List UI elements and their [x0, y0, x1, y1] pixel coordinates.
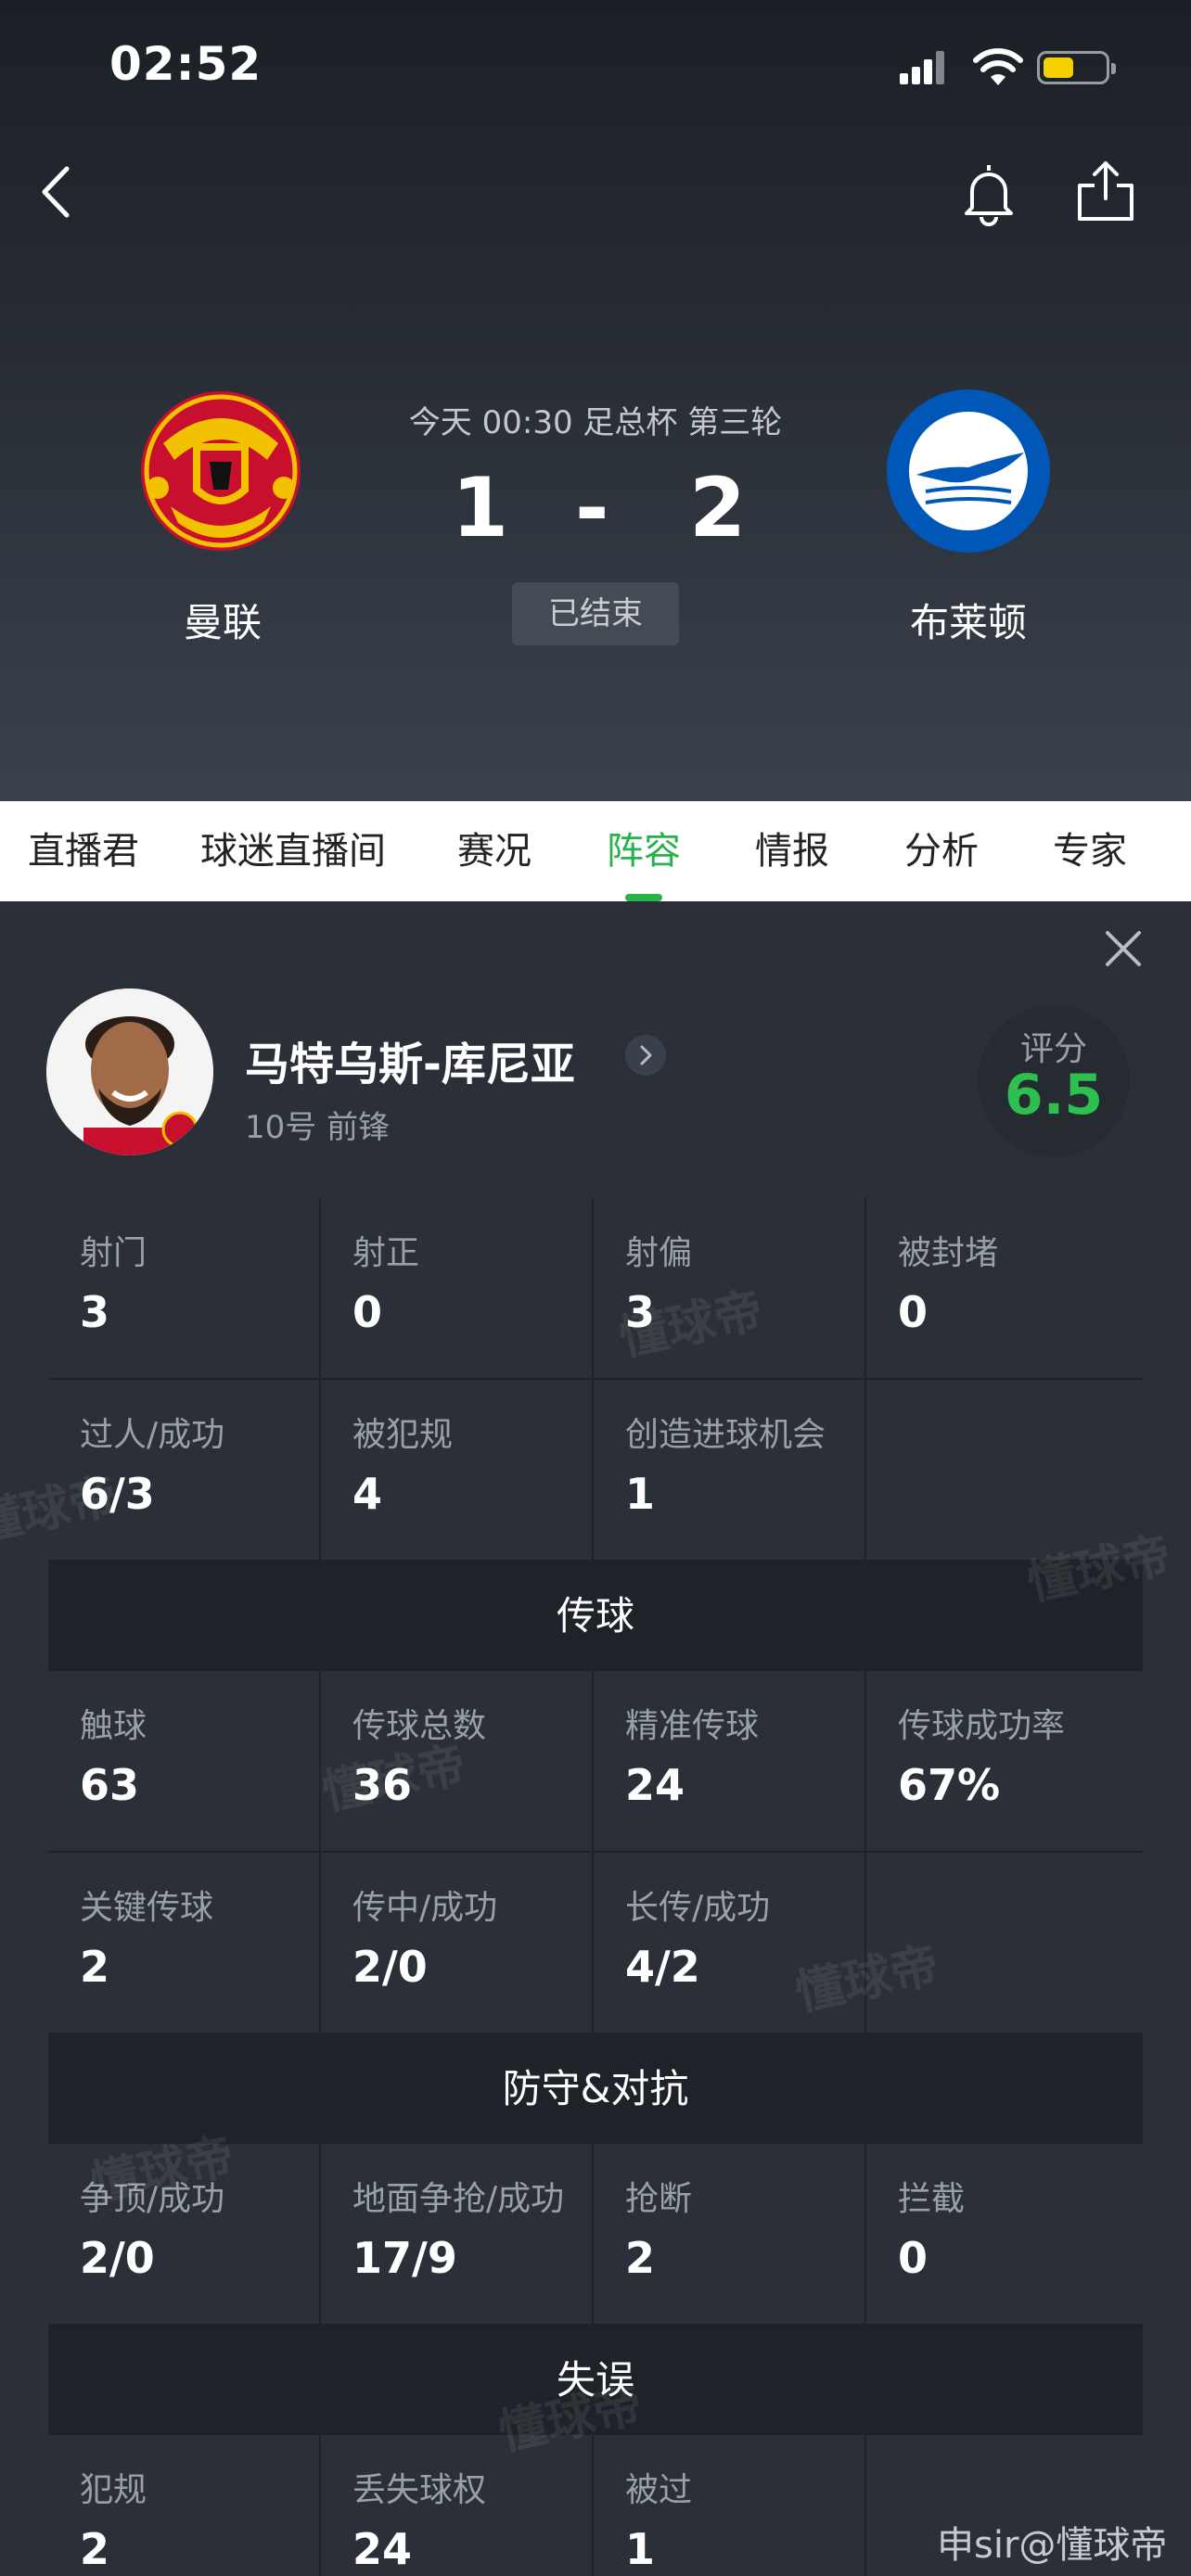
stat-label: 被犯规	[352, 1416, 454, 1454]
stats-row: 射门 3 射正 0 射偏 3 被封堵 0	[48, 1198, 1143, 1380]
stat-value: 2/0	[80, 2233, 155, 2283]
stat-label: 射偏	[625, 1234, 693, 1272]
stat-label: 地面争抢/成功	[352, 2180, 565, 2218]
away-score: 2	[689, 460, 747, 555]
stat-value: 4	[352, 1469, 383, 1519]
match-tabs: 直播君 球迷直播间 赛况 阵容 情报 分析 专家	[0, 801, 1191, 901]
stat-label: 丢失球权	[352, 2471, 487, 2509]
player-portrait-icon	[46, 988, 213, 1155]
author-credit: 申sir@懂球帝	[937, 2524, 1168, 2567]
player-name[interactable]: 马特乌斯-库尼亚	[245, 1027, 575, 1092]
stat-cell: 被过 1	[594, 2435, 864, 2576]
score-separator: -	[575, 460, 609, 555]
stat-cell: 射门 3	[48, 1198, 319, 1378]
stat-value: 2	[80, 1942, 110, 1992]
stat-value: 2	[80, 2524, 110, 2574]
brighton-crest-icon	[887, 389, 1050, 553]
match-header: 02:52 曼联 今天 00:30 足总杯 第三轮 1 - 2 已结束 布莱顿	[0, 0, 1191, 801]
battery-icon	[1037, 51, 1116, 84]
rating-value: 6.5	[1004, 1063, 1104, 1128]
tab-match-status[interactable]: 赛况	[457, 801, 531, 901]
stat-value: 67%	[898, 1760, 1001, 1810]
status-time: 02:52	[109, 37, 263, 91]
stat-cell: 创造进球机会 1	[594, 1380, 864, 1560]
stat-value: 0	[898, 2233, 928, 2283]
stat-label: 射正	[352, 1234, 420, 1272]
player-avatar[interactable]	[46, 988, 213, 1155]
stat-cell: 传球成功率 67%	[866, 1671, 1143, 1851]
cellular-signal-icon	[900, 51, 946, 84]
stats-row: 过人/成功 6/3 被犯规 4 创造进球机会 1	[48, 1380, 1143, 1562]
rating-badge: 评分 6.5	[978, 1005, 1130, 1157]
stat-label: 传中/成功	[352, 1889, 498, 1927]
stat-label: 触球	[80, 1707, 147, 1745]
stat-label: 拦截	[898, 2180, 966, 2218]
stat-cell: 被犯规 4	[321, 1380, 592, 1560]
stat-label: 射门	[80, 1234, 147, 1272]
player-number-position: 10号 前锋	[245, 1109, 391, 1146]
stat-value: 1	[625, 2524, 656, 2574]
status-bar: 02:52	[0, 0, 1191, 130]
stat-value: 2	[625, 2233, 656, 2283]
close-icon[interactable]	[1100, 925, 1146, 972]
tab-fan-live-room[interactable]: 球迷直播间	[200, 801, 386, 901]
stat-cell: 精准传球 24	[594, 1671, 864, 1851]
stat-cell: 拦截 0	[866, 2144, 1143, 2324]
chevron-right-icon[interactable]	[625, 1035, 666, 1076]
share-icon[interactable]	[1072, 158, 1139, 224]
stat-value: 1	[625, 1469, 656, 1519]
tab-live-host[interactable]: 直播君	[28, 801, 139, 901]
tab-intel[interactable]: 情报	[755, 801, 829, 901]
stat-label: 被封堵	[898, 1234, 999, 1272]
stat-value: 4/2	[625, 1942, 700, 1992]
stats-row: 关键传球 2 传中/成功 2/0 长传/成功 4/2	[48, 1853, 1143, 2034]
stat-cell: 关键传球 2	[48, 1853, 319, 2033]
stat-label: 长传/成功	[625, 1889, 771, 1927]
active-tab-indicator	[625, 894, 662, 901]
tab-lineup[interactable]: 阵容	[607, 801, 681, 901]
away-team-name[interactable]: 布莱顿	[848, 592, 1089, 648]
stat-label: 创造进球机会	[625, 1416, 826, 1454]
stat-value: 0	[898, 1287, 928, 1337]
stat-value: 63	[80, 1760, 140, 1810]
back-arrow-icon[interactable]	[33, 161, 80, 223]
stat-label: 精准传球	[625, 1707, 760, 1745]
stat-label: 抢断	[625, 2180, 693, 2218]
stat-cell: 传中/成功 2/0	[321, 1853, 592, 2033]
stat-label: 犯规	[80, 2471, 147, 2509]
home-team-name[interactable]: 曼联	[102, 592, 343, 648]
stat-label: 被过	[625, 2471, 693, 2509]
home-score: 1	[452, 460, 509, 555]
stat-label: 传球成功率	[898, 1707, 1066, 1745]
tab-experts[interactable]: 专家	[1053, 801, 1127, 901]
stat-label: 过人/成功	[80, 1416, 225, 1454]
stat-value: 24	[625, 1760, 685, 1810]
stat-value: 17/9	[352, 2233, 457, 2283]
stats-row: 触球 63 传球总数 36 精准传球 24 传球成功率 67%	[48, 1671, 1143, 1853]
stat-value: 2/0	[352, 1942, 428, 1992]
bell-icon[interactable]	[955, 159, 1022, 226]
stat-cell: 地面争抢/成功 17/9	[321, 2144, 592, 2324]
stat-cell: 被封堵 0	[866, 1198, 1143, 1378]
stat-cell: 犯规 2	[48, 2435, 319, 2576]
stat-cell: 触球 63	[48, 1671, 319, 1851]
stat-value: 24	[352, 2524, 413, 2574]
stat-cell: 抢断 2	[594, 2144, 864, 2324]
stat-cell: 丢失球权 24	[321, 2435, 592, 2576]
section-title-passing: 传球	[48, 1562, 1143, 1671]
tab-analysis[interactable]: 分析	[904, 801, 979, 901]
wifi-icon	[973, 48, 1023, 85]
stat-label: 关键传球	[80, 1889, 214, 1927]
match-status-badge: 已结束	[512, 582, 679, 645]
stat-cell: 射正 0	[321, 1198, 592, 1378]
stat-value: 3	[80, 1287, 110, 1337]
stat-value: 0	[352, 1287, 383, 1337]
